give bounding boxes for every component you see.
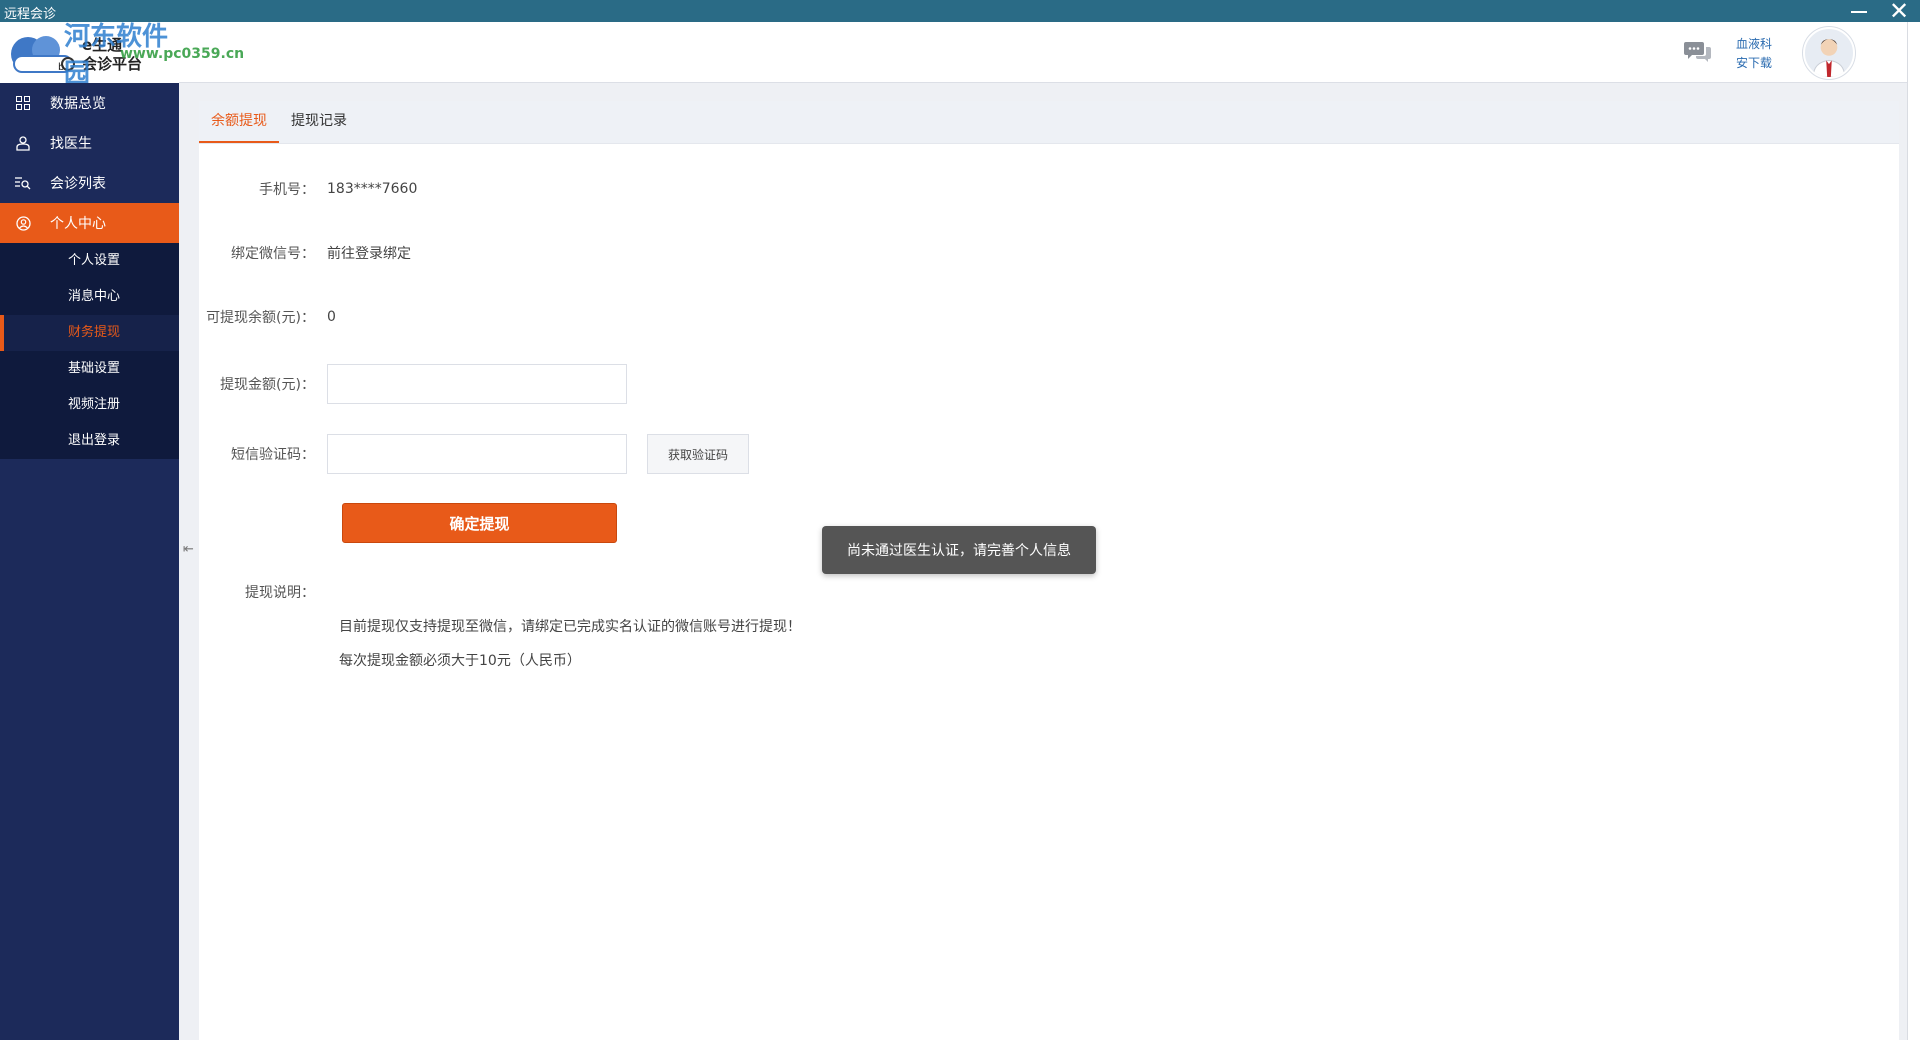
tab-bar: 余额提现 提现记录 [199,101,1899,144]
notes-label: 提现说明： [245,585,315,601]
doctor-icon [14,134,32,152]
amount-label: 提现金额(元)： [220,377,315,393]
confirm-withdraw-button[interactable]: 确定提现 [342,503,617,543]
sms-label: 短信验证码： [231,447,315,463]
amount-input[interactable] [327,364,627,404]
window-titlebar: 远程会诊 ✕ [0,0,1920,23]
toast-message: 尚未通过医生认证，请完善个人信息 [822,526,1096,574]
amount-row: 提现金额(元)： [199,364,627,404]
minimize-icon [1851,11,1867,13]
user-circle-icon [14,214,32,232]
download-link[interactable]: 安下载 [1736,54,1780,73]
submenu-item-video-register[interactable]: 视频注册 [0,387,179,423]
wechat-row: 绑定微信号： 前往登录绑定 [199,243,411,263]
sidebar-item-consult-list[interactable]: 会诊列表 [0,163,179,203]
sms-code-input[interactable] [327,434,627,474]
submenu-item-personal-settings[interactable]: 个人设置 [0,243,179,279]
close-button[interactable]: ✕ [1882,0,1916,23]
grid-icon [14,94,32,112]
sidebar-item-label: 数据总览 [50,96,106,112]
sidebar-item-label: 找医生 [50,136,92,152]
app-header: b e生通 会诊平台 河东软件园 www.pc0359.cn 血液科 安下载 [0,22,1920,89]
chat-icon[interactable] [1684,40,1712,64]
logo: b e生通 会诊平台 河东软件园 www.pc0359.cn [0,22,244,89]
sidebar: 数据总览 找医生 会诊列表 个人中心 个人设置 消息中心 财务提现 基础设置 视… [0,83,179,1040]
note-line: 每次提现金额必须大于10元（人民币） [339,653,581,669]
submenu-item-message-center[interactable]: 消息中心 [0,279,179,315]
minimize-button[interactable] [1842,0,1876,22]
wechat-bind-link[interactable]: 前往登录绑定 [327,243,411,263]
sms-row: 短信验证码： 获取验证码 [199,434,749,474]
note-line: 目前提现仅支持提现至微信，请绑定已完成实名认证的微信账号进行提现！ [339,619,801,635]
sidebar-item-overview[interactable]: 数据总览 [0,83,179,123]
sidebar-collapse-handle[interactable]: ⇤ [179,530,198,568]
tab-balance-withdraw[interactable]: 余额提现 [199,100,279,143]
phone-label: 手机号： [259,182,315,198]
doctor-avatar-icon [1812,39,1846,77]
tab-withdraw-records[interactable]: 提现记录 [279,100,359,143]
phone-value: 183****7660 [327,181,418,197]
sidebar-item-label: 个人中心 [50,216,106,232]
sidebar-item-label: 会诊列表 [50,176,106,192]
collapse-arrow-icon: ⇤ [183,541,194,557]
balance-value: 0 [327,309,336,325]
submenu-item-logout[interactable]: 退出登录 [0,423,179,459]
sidebar-item-personal-center[interactable]: 个人中心 [0,203,179,243]
watermark-url: www.pc0359.cn [120,46,245,62]
phone-row: 手机号： 183****7660 [199,179,417,199]
personal-center-submenu: 个人设置 消息中心 财务提现 基础设置 视频注册 退出登录 [0,243,179,459]
department-info[interactable]: 血液科 安下载 [1736,35,1780,73]
sidebar-item-find-doctor[interactable]: 找医生 [0,123,179,163]
wechat-label: 绑定微信号： [231,246,315,262]
submenu-item-finance-withdraw[interactable]: 财务提现 [0,315,179,351]
scrollbar-rail[interactable] [1907,22,1920,1040]
window-title: 远程会诊 [4,7,57,22]
avatar[interactable] [1803,27,1855,79]
balance-row: 可提现余额(元)： 0 [199,307,336,327]
balance-label: 可提现余额(元)： [206,310,315,326]
department-name[interactable]: 血液科 [1736,35,1780,54]
submenu-item-basic-settings[interactable]: 基础设置 [0,351,179,387]
list-search-icon [14,174,32,192]
get-code-button[interactable]: 获取验证码 [647,434,749,474]
